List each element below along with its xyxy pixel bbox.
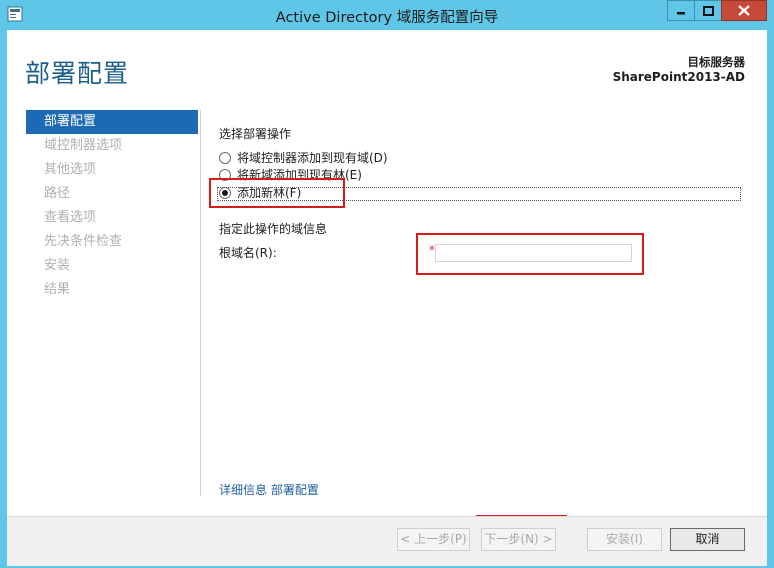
minimize-icon <box>677 11 685 14</box>
maximize-icon <box>702 5 714 16</box>
next-button[interactable]: 下一步(N) > <box>481 528 556 551</box>
minimize-button[interactable] <box>667 0 694 21</box>
wizard-footer: < 上一步(P) 下一步(N) > 安装(I) 取消 <box>7 516 767 566</box>
title-bar[interactable]: Active Directory 域服务配置向导 <box>0 0 774 30</box>
maximize-button[interactable] <box>694 0 721 21</box>
nav-item-prerequisites-check: 先决条件检查 <box>44 234 123 249</box>
wizard-nav: 部署配置 域控制器选项 其他选项 路径 查看选项 先决条件检查 安装 结果 <box>26 110 198 302</box>
root-domain-label: 根域名(R): <box>219 246 277 260</box>
nav-divider <box>200 110 201 496</box>
nav-item-review-options: 查看选项 <box>44 210 97 225</box>
wizard-client-area: 部署配置 目标服务器 SharePoint2013-AD 部署配置 域控制器选项… <box>7 30 767 566</box>
radio-label: 将域控制器添加到现有域(D) <box>237 151 388 165</box>
window-title: Active Directory 域服务配置向导 <box>275 10 499 26</box>
wizard-window: Active Directory 域服务配置向导 部署配置 目标服务器 Shar… <box>0 0 774 568</box>
nav-item-installation: 安装 <box>44 258 71 273</box>
nav-item-paths: 路径 <box>44 186 71 201</box>
back-button[interactable]: < 上一步(P) <box>397 528 470 551</box>
annotation-box-new-forest <box>209 178 345 208</box>
nav-item-dc-options: 域控制器选项 <box>44 138 123 153</box>
target-server-name: SharePoint2013-AD <box>612 70 745 84</box>
cancel-button[interactable]: 取消 <box>670 528 745 551</box>
radio-add-dc-existing-domain[interactable]: 将域控制器添加到现有域(D) <box>219 149 388 166</box>
close-button[interactable] <box>721 0 767 21</box>
nav-item-additional-options: 其他选项 <box>44 162 97 177</box>
domain-info-heading: 指定此操作的域信息 <box>219 222 328 236</box>
page-title: 部署配置 <box>25 59 130 88</box>
operation-heading: 选择部署操作 <box>219 127 292 141</box>
nav-item-results: 结果 <box>44 282 71 297</box>
more-info-link[interactable]: 详细信息 部署配置 <box>219 481 319 498</box>
close-icon <box>738 5 750 16</box>
install-button[interactable]: 安装(I) <box>587 528 662 551</box>
nav-item-deployment-config[interactable]: 部署配置 <box>26 110 198 134</box>
annotation-box-root-domain <box>416 233 644 275</box>
target-server-label: 目标服务器 <box>687 55 746 69</box>
radio-button[interactable] <box>219 151 231 164</box>
